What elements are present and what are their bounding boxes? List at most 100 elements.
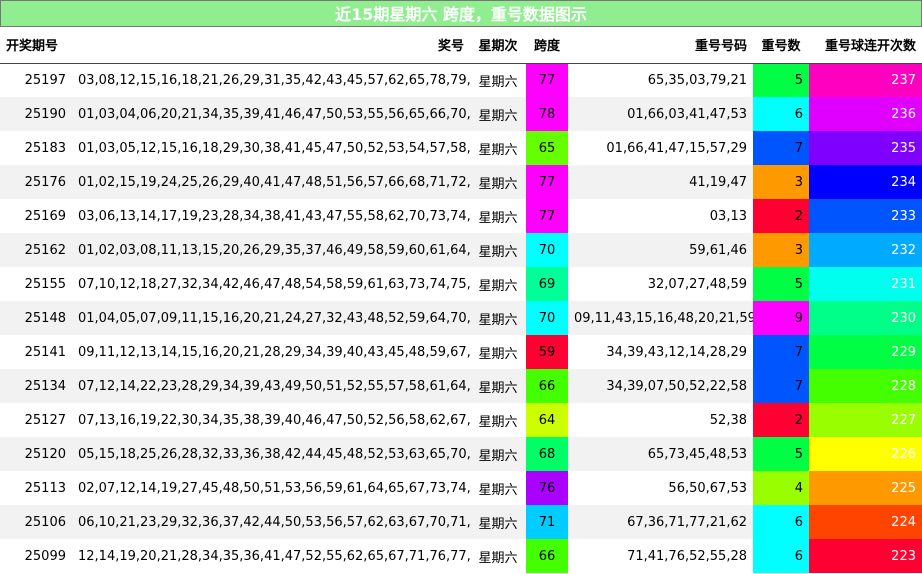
cell-repeat-numbers: 41,19,47 [568,165,753,199]
cell-numbers: 05,15,18,25,26,28,32,33,36,38,42,44,45,4… [72,437,470,471]
cell-weekday: 星期六 [470,97,526,131]
cell-numbers: 02,07,12,14,19,27,45,48,50,51,53,56,59,6… [78,480,470,496]
cell-issue: 25183 [24,140,66,156]
cell-weekday: 星期六 [470,505,526,539]
header-numbers: 奖号 [72,27,470,64]
cell-weekday: 星期六 [470,437,526,471]
header-span: 跨度 [526,27,568,64]
cell-repeat-count: 7 [753,369,809,403]
cell-issue: 25162 [0,233,72,267]
cell-repeat-numbers: 03,13 [709,208,747,224]
cell-issue: 25176 [0,165,72,199]
cell-repeat-count: 9 [753,301,809,335]
cell-issue: 25169 [24,208,66,224]
table-row: 25113 02,07,12,14,19,27,45,48,50,51,53,56… [0,471,922,505]
cell-repeat-numbers: 34,39,07,50,52,22,58 [568,369,753,403]
cell-weekday: 星期六 [470,165,526,199]
cell-streak: 225 [809,471,922,505]
header-row: 开奖期号 奖号 星期次 跨度 重号号码 重号数 重号球连开次数 [0,27,922,64]
table-row: 25190 01,03,04,06,20,21,34,35,39,41,46,47… [0,97,922,131]
cell-numbers: 03,06,13,14,17,19,23,28,34,38,41,43,47,5… [78,208,470,224]
cell-streak: 224 [809,505,922,539]
cell-issue: 25141 [24,344,66,360]
cell-span: 76 [526,471,568,505]
cell-numbers: 01,02,15,19,24,25,26,29,40,41,47,48,51,5… [72,165,470,199]
cell-issue: 25099 [24,548,66,564]
cell-span: 77 [526,165,568,199]
table-row: 25176 01,02,15,19,24,25,26,29,40,41,47,48… [0,165,922,199]
cell-streak: 237 [809,63,922,97]
cell-issue: 25134 [0,369,72,403]
cell-streak: 231 [809,267,922,301]
cell-repeat-count: 3 [753,233,809,267]
cell-issue: 25148 [0,301,72,335]
table-row: 25169 03,06,13,14,17,19,23,28,34,38,41,43… [0,199,922,233]
cell-streak: 223 [809,539,922,573]
table-row: 25120 05,15,18,25,26,28,32,33,36,38,42,44… [0,437,922,471]
cell-weekday: 星期六 [478,414,518,430]
cell-repeat-numbers: 34,39,43,12,14,28,29 [606,344,747,360]
cell-repeat-count: 3 [753,165,809,199]
cell-repeat-count: 2 [753,199,809,233]
cell-numbers: 06,10,21,23,29,32,36,37,42,44,50,53,56,5… [72,505,470,539]
cell-streak: 236 [809,97,922,131]
cell-numbers: 07,12,14,22,23,28,29,34,39,43,49,50,51,5… [72,369,470,403]
table-row: 25148 01,04,05,07,09,11,15,16,20,21,24,27… [0,301,922,335]
header-weekday: 星期次 [470,27,526,64]
cell-issue: 25190 [0,97,72,131]
cell-issue: 25197 [24,72,66,88]
cell-span: 65 [526,131,568,165]
cell-span: 71 [526,505,568,539]
table-row: 25197 03,08,12,15,16,18,21,26,29,31,35,42… [0,63,922,97]
cell-numbers: 09,11,12,13,14,15,16,20,21,28,29,34,39,4… [78,344,470,360]
cell-issue: 25106 [0,505,72,539]
cell-repeat-count: 6 [753,539,809,573]
table-row: 25141 09,11,12,13,14,15,16,20,21,28,29,34… [0,335,922,369]
cell-repeat-count: 4 [753,471,809,505]
cell-weekday: 星期六 [478,346,518,362]
cell-numbers: 01,03,04,06,20,21,34,35,39,41,46,47,50,5… [72,97,470,131]
cell-span: 66 [526,539,568,573]
cell-span: 70 [526,233,568,267]
cell-repeat-numbers: 09,11,43,15,16,48,20,21,59 [568,301,753,335]
cell-streak: 232 [809,233,922,267]
header-streak: 重号球连开次数 [809,27,922,64]
cell-span: 68 [526,437,568,471]
cell-repeat-numbers: 56,50,67,53 [668,480,747,496]
table-row: 25162 01,02,03,08,11,13,15,20,26,29,35,37… [0,233,922,267]
cell-weekday: 星期六 [470,233,526,267]
header-repeat-count: 重号数 [753,27,809,64]
cell-numbers: 01,02,03,08,11,13,15,20,26,29,35,37,46,4… [72,233,470,267]
cell-issue: 25127 [24,412,66,428]
header-issue: 开奖期号 [0,27,72,64]
cell-repeat-numbers: 52,38 [709,412,747,428]
cell-repeat-count: 5 [753,63,809,97]
table-body: 25197 03,08,12,15,16,18,21,26,29,31,35,42… [0,63,922,573]
cell-repeat-numbers: 65,35,03,79,21 [647,72,747,88]
cell-repeat-numbers: 01,66,03,41,47,53 [568,97,753,131]
cell-numbers: 01,03,05,12,15,16,18,29,30,38,41,45,47,5… [78,140,470,156]
cell-weekday: 星期六 [478,142,518,158]
cell-repeat-numbers: 71,41,76,52,55,28 [627,548,747,564]
cell-streak: 227 [809,403,922,437]
cell-repeat-count: 5 [753,437,809,471]
cell-weekday: 星期六 [478,74,518,90]
cell-span: 59 [526,335,568,369]
cell-weekday: 星期六 [478,210,518,226]
cell-span: 66 [526,369,568,403]
cell-repeat-numbers: 67,36,71,77,21,62 [568,505,753,539]
cell-weekday: 星期六 [478,550,518,566]
cell-issue: 25120 [0,437,72,471]
cell-numbers: 01,04,05,07,09,11,15,16,20,21,24,27,32,4… [72,301,470,335]
cell-span: 69 [526,267,568,301]
cell-repeat-numbers: 59,61,46 [568,233,753,267]
cell-repeat-numbers: 01,66,41,47,15,57,29 [606,140,747,156]
results-table: 开奖期号 奖号 星期次 跨度 重号号码 重号数 重号球连开次数 25197 03,… [0,27,922,573]
header-repeat-numbers: 重号号码 [568,27,753,64]
cell-streak: 234 [809,165,922,199]
cell-numbers: 07,13,16,19,22,30,34,35,38,39,40,46,47,5… [78,412,470,428]
table-row: 25127 07,13,16,19,22,30,34,35,38,39,40,46… [0,403,922,437]
cell-span: 78 [526,97,568,131]
cell-span: 77 [526,63,568,97]
cell-weekday: 星期六 [478,278,518,294]
